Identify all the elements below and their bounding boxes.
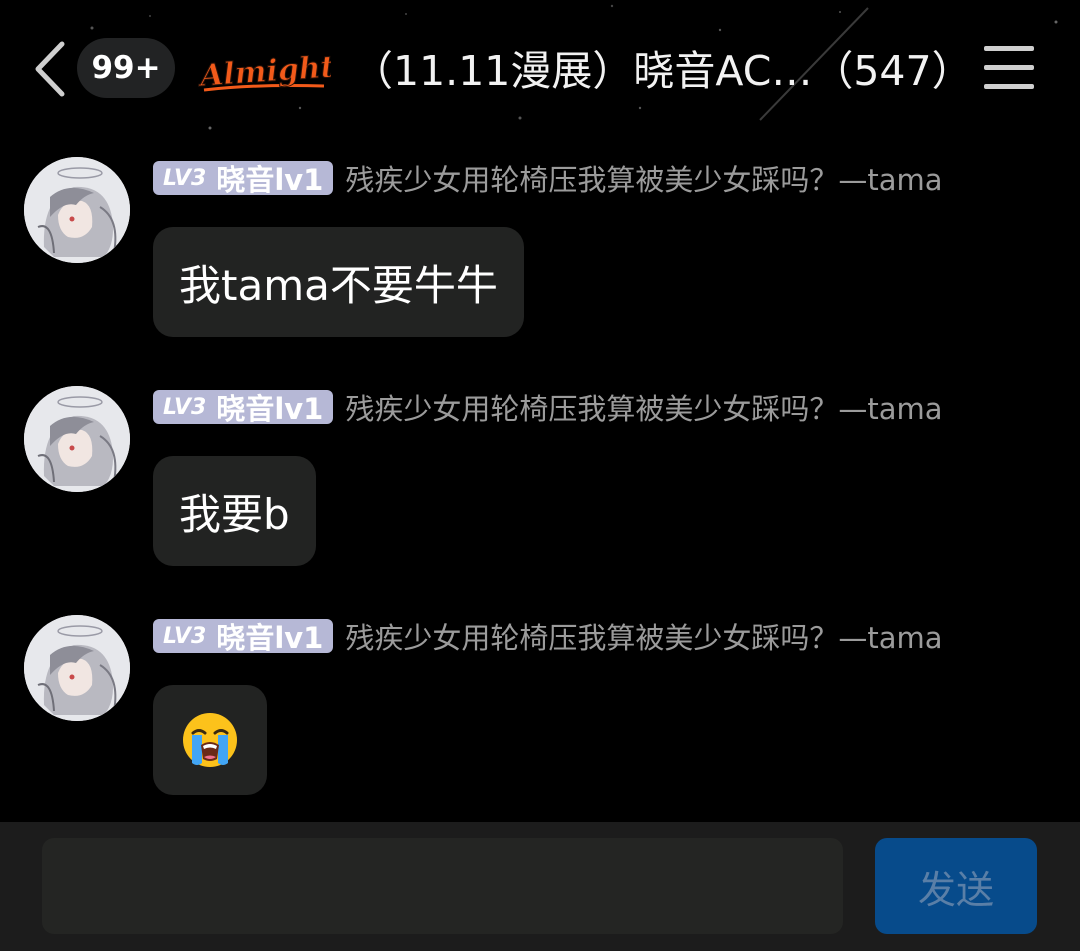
avatar[interactable] bbox=[24, 615, 130, 721]
message-input-bar: 发送 bbox=[0, 822, 1080, 951]
unread-count-badge[interactable]: 99+ bbox=[77, 38, 175, 98]
sender-nickname[interactable]: 晓音lv1 bbox=[216, 386, 323, 428]
message-bubble[interactable]: 我要b bbox=[153, 456, 316, 566]
member-title: 残疾少女用轮椅压我算被美少女踩吗？—tama bbox=[345, 392, 943, 426]
chat-header: 99+ Almighty （11.11漫展）晓音AC…（547） bbox=[0, 0, 1080, 140]
avatar-image bbox=[24, 157, 130, 263]
sender-nickname[interactable]: 晓音lv1 bbox=[216, 157, 323, 199]
chat-message: LV3 晓音lv1 残疾少女用轮椅压我算被美少女踩吗？—tama 我tama不要… bbox=[0, 157, 1080, 377]
sender-line: LV3 晓音lv1 残疾少女用轮椅压我算被美少女踩吗？—tama bbox=[153, 390, 943, 426]
level-label: LV3 bbox=[163, 394, 207, 420]
avatar[interactable] bbox=[24, 157, 130, 263]
level-badge: LV3 晓音lv1 bbox=[153, 619, 334, 655]
chat-title[interactable]: （11.11漫展）晓音AC…（547） bbox=[352, 40, 973, 102]
message-bubble[interactable]: 我tama不要牛牛 bbox=[153, 227, 524, 337]
loudly-crying-face-icon bbox=[183, 713, 237, 767]
svg-text:Almighty: Almighty bbox=[196, 48, 331, 94]
level-label: LV3 bbox=[163, 165, 207, 191]
sender-nickname[interactable]: 晓音lv1 bbox=[216, 615, 323, 657]
level-badge: LV3 晓音lv1 bbox=[153, 390, 334, 426]
level-badge: LV3 晓音lv1 bbox=[153, 161, 334, 197]
back-arrow-icon[interactable] bbox=[30, 40, 70, 98]
avatar-image bbox=[24, 386, 130, 492]
member-title: 残疾少女用轮椅压我算被美少女踩吗？—tama bbox=[345, 163, 943, 197]
send-button[interactable]: 发送 bbox=[875, 838, 1037, 934]
avatar-image bbox=[24, 615, 130, 721]
message-input[interactable] bbox=[42, 838, 843, 934]
chat-message: LV3 晓音lv1 残疾少女用轮椅压我算被美少女踩吗？—tama 我要b bbox=[0, 386, 1080, 606]
sender-line: LV3 晓音lv1 残疾少女用轮椅压我算被美少女踩吗？—tama bbox=[153, 619, 943, 655]
menu-icon[interactable] bbox=[984, 46, 1034, 90]
avatar[interactable] bbox=[24, 386, 130, 492]
almighty-logo: Almighty bbox=[196, 48, 331, 95]
chat-message: LV3 晓音lv1 残疾少女用轮椅压我算被美少女踩吗？—tama bbox=[0, 615, 1080, 835]
message-bubble[interactable] bbox=[153, 685, 267, 795]
member-title: 残疾少女用轮椅压我算被美少女踩吗？—tama bbox=[345, 621, 943, 655]
sender-line: LV3 晓音lv1 残疾少女用轮椅压我算被美少女踩吗？—tama bbox=[153, 161, 943, 197]
level-label: LV3 bbox=[163, 623, 207, 649]
